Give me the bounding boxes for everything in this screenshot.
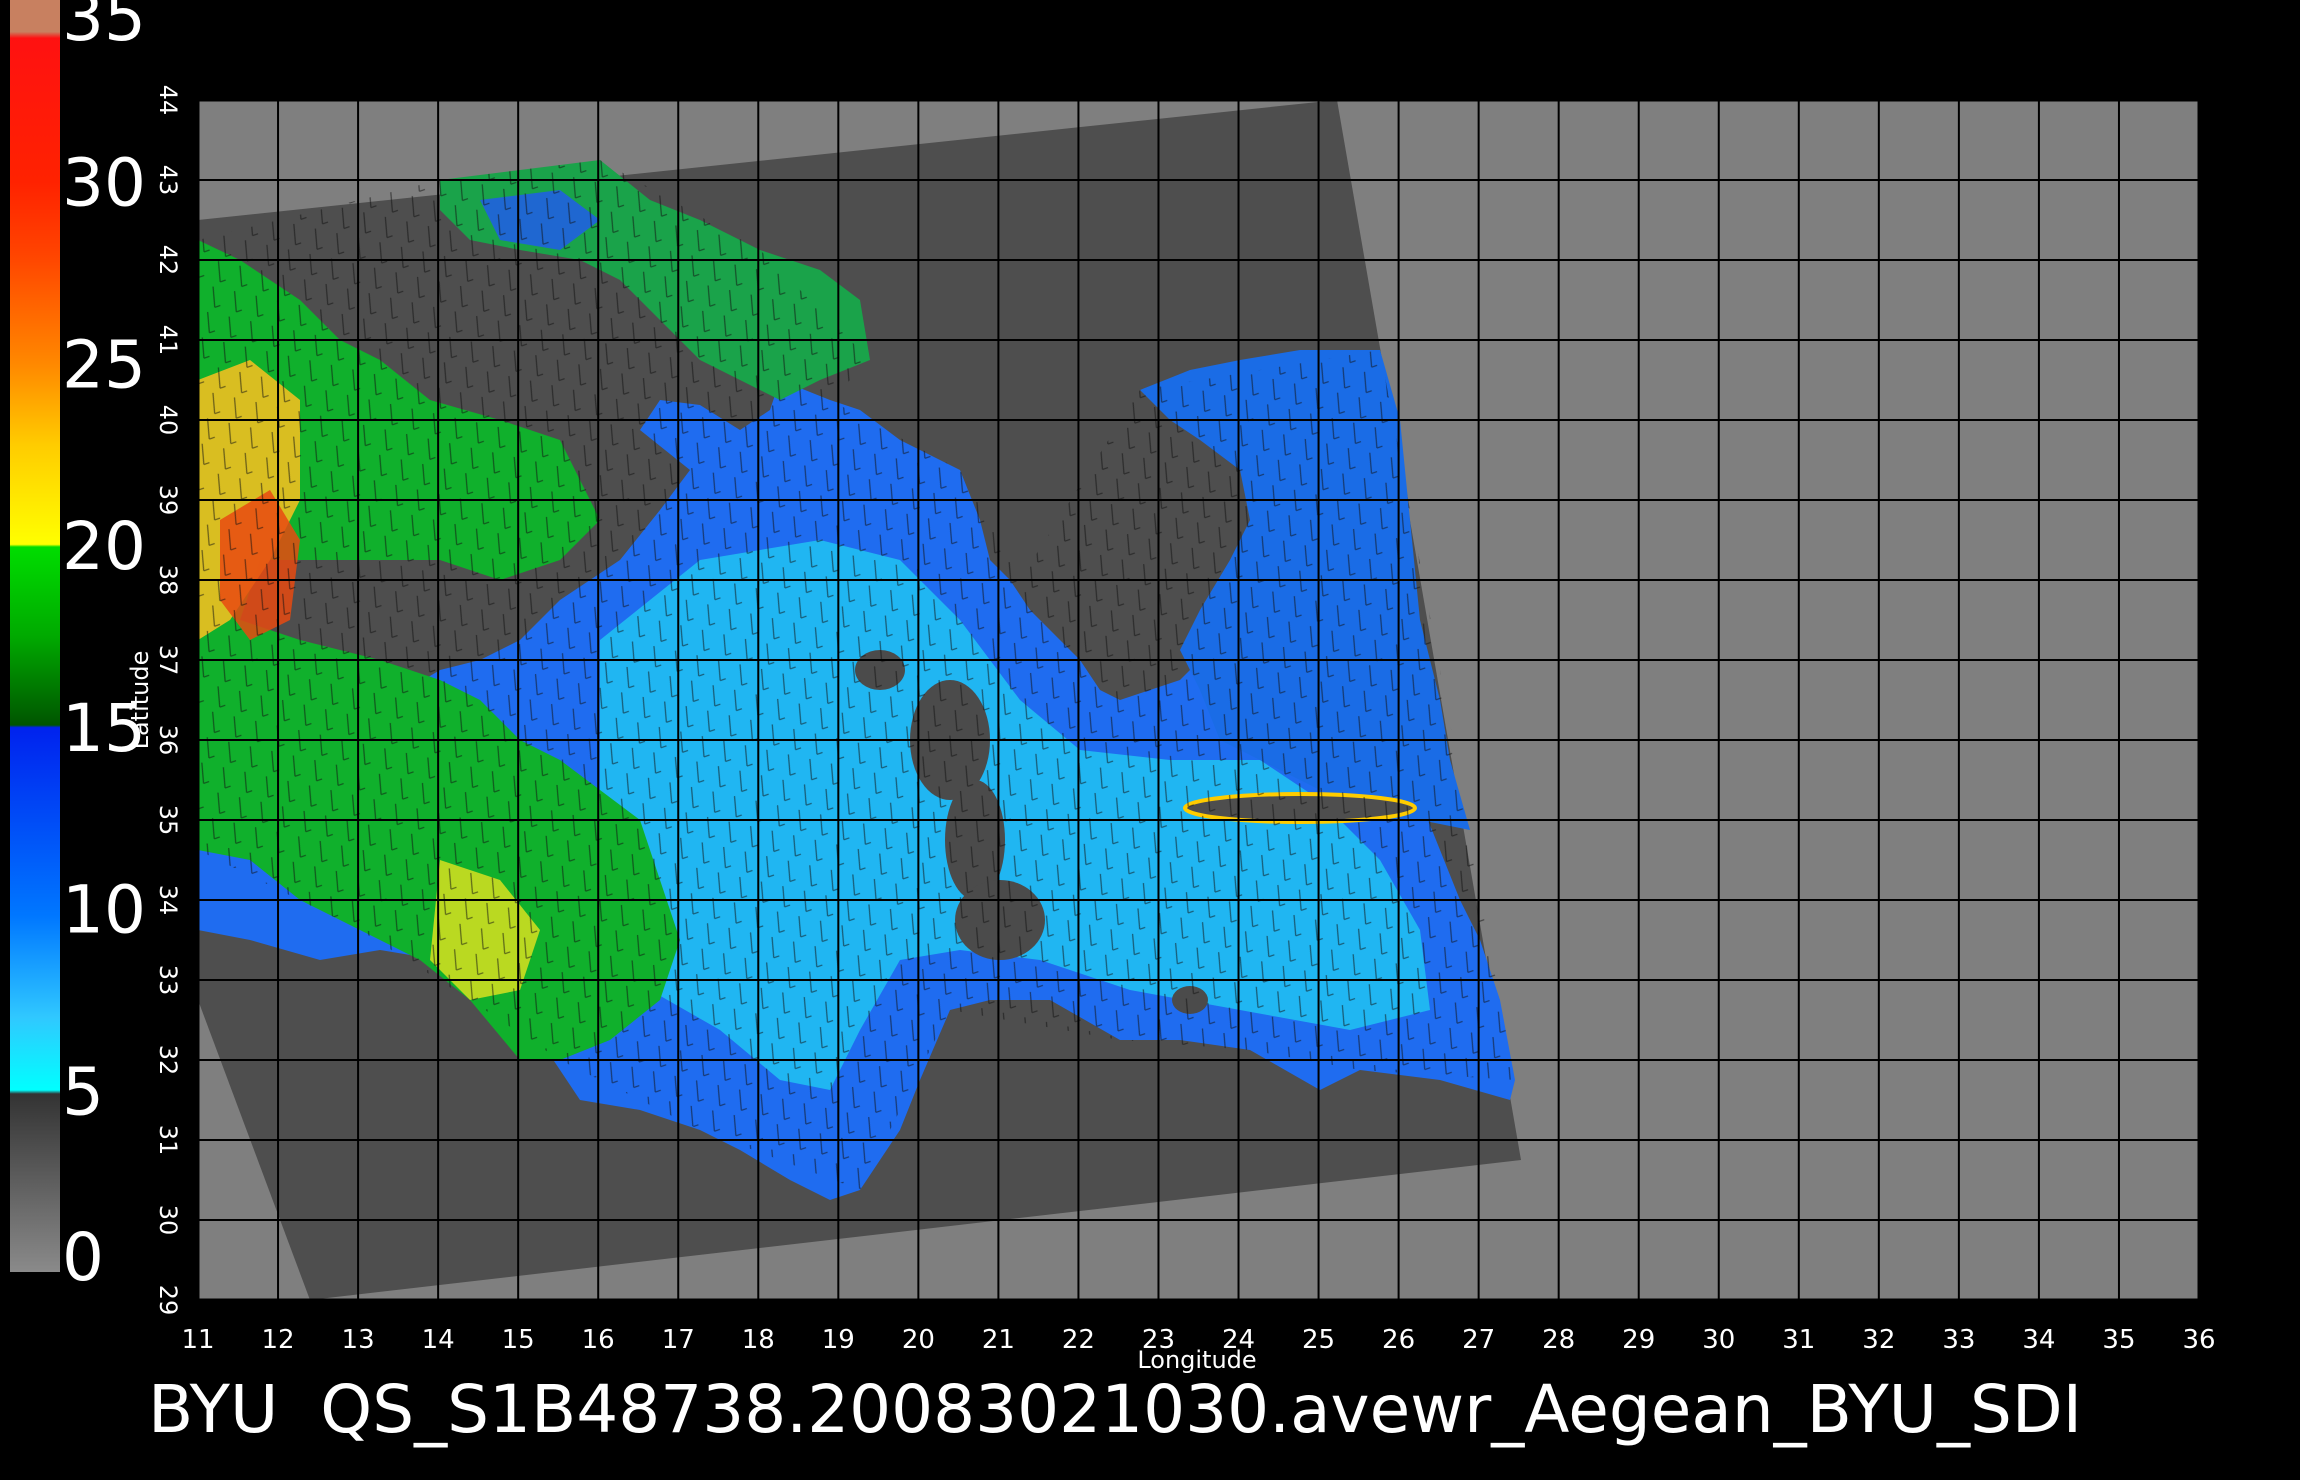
colorbar-tick-label: 10 [62,872,146,949]
latitude-tick-label: 41 [154,325,182,356]
colorbar-tick-label: 20 [62,508,146,585]
longitude-tick-label: 11 [181,1325,214,1355]
longitude-tick-label: 25 [1302,1325,1335,1355]
longitude-tick-label: 26 [1382,1325,1415,1355]
longitude-tick-label: 18 [742,1325,775,1355]
colorbar-tick-label: 35 [62,0,146,56]
colorbar [10,0,60,1272]
longitude-tick-label: 36 [2182,1325,2215,1355]
longitude-tick-label: 14 [422,1325,455,1355]
latitude-tick-label: 29 [154,1285,182,1316]
longitude-tick-label: 16 [582,1325,615,1355]
longitude-tick-label: 21 [982,1325,1015,1355]
longitude-tick-label: 22 [1062,1325,1095,1355]
latitude-tick-label: 31 [154,1125,182,1156]
longitude-tick-label: 28 [1542,1325,1575,1355]
image-caption: BYU QS_S1B48738.20083021030.avewr_Aegean… [148,1371,2082,1448]
latitude-tick-label: 32 [154,1045,182,1076]
longitude-tick-label: 34 [2022,1325,2055,1355]
colorbar-tick-label: 5 [62,1053,104,1130]
longitude-tick-label: 12 [261,1325,294,1355]
longitude-tick-label: 27 [1462,1325,1495,1355]
longitude-tick-label: 19 [822,1325,855,1355]
wind-map-figure: 11 12 13 14 15 16 17 18 19 20 21 22 23 24 25 26 27 28 29 30… [10,0,2229,1448]
latitude-tick-label: 35 [154,805,182,836]
longitude-tick-label: 31 [1782,1325,1815,1355]
colorbar-tick-label: 25 [62,326,146,403]
longitude-tick-label: 13 [342,1325,375,1355]
longitude-tick-label: 29 [1622,1325,1655,1355]
colorbar-tick-label: 15 [62,690,146,767]
latitude-tick-label: 36 [154,725,182,756]
latitude-tick-labels: 29 30 31 32 33 34 35 36 37 38 39 40 41 42 43 44 [154,85,182,1316]
longitude-tick-label: 15 [502,1325,535,1355]
latitude-tick-label: 30 [154,1205,182,1236]
longitude-tick-label: 35 [2102,1325,2135,1355]
longitude-tick-label: 33 [1942,1325,1975,1355]
longitude-tick-label: 30 [1702,1325,1735,1355]
latitude-tick-label: 42 [154,245,182,276]
latitude-tick-label: 33 [154,965,182,996]
longitude-tick-label: 20 [902,1325,935,1355]
map-content [198,100,1521,1300]
latitude-tick-label: 37 [154,645,182,676]
latitude-tick-label: 44 [154,85,182,116]
colorbar-tick-label: 30 [62,145,146,222]
colorbar-tick-label: 0 [62,1219,104,1296]
x-axis-label: Longitude [1137,1346,1256,1374]
latitude-tick-label: 43 [154,165,182,196]
latitude-tick-label: 38 [154,565,182,596]
longitude-tick-label: 17 [662,1325,695,1355]
latitude-tick-label: 39 [154,485,182,516]
longitude-tick-label: 32 [1862,1325,1895,1355]
colorbar-tick-labels: 0 5 10 15 20 25 30 35 [62,0,146,1296]
latitude-tick-label: 40 [154,405,182,436]
latitude-tick-label: 34 [154,885,182,916]
